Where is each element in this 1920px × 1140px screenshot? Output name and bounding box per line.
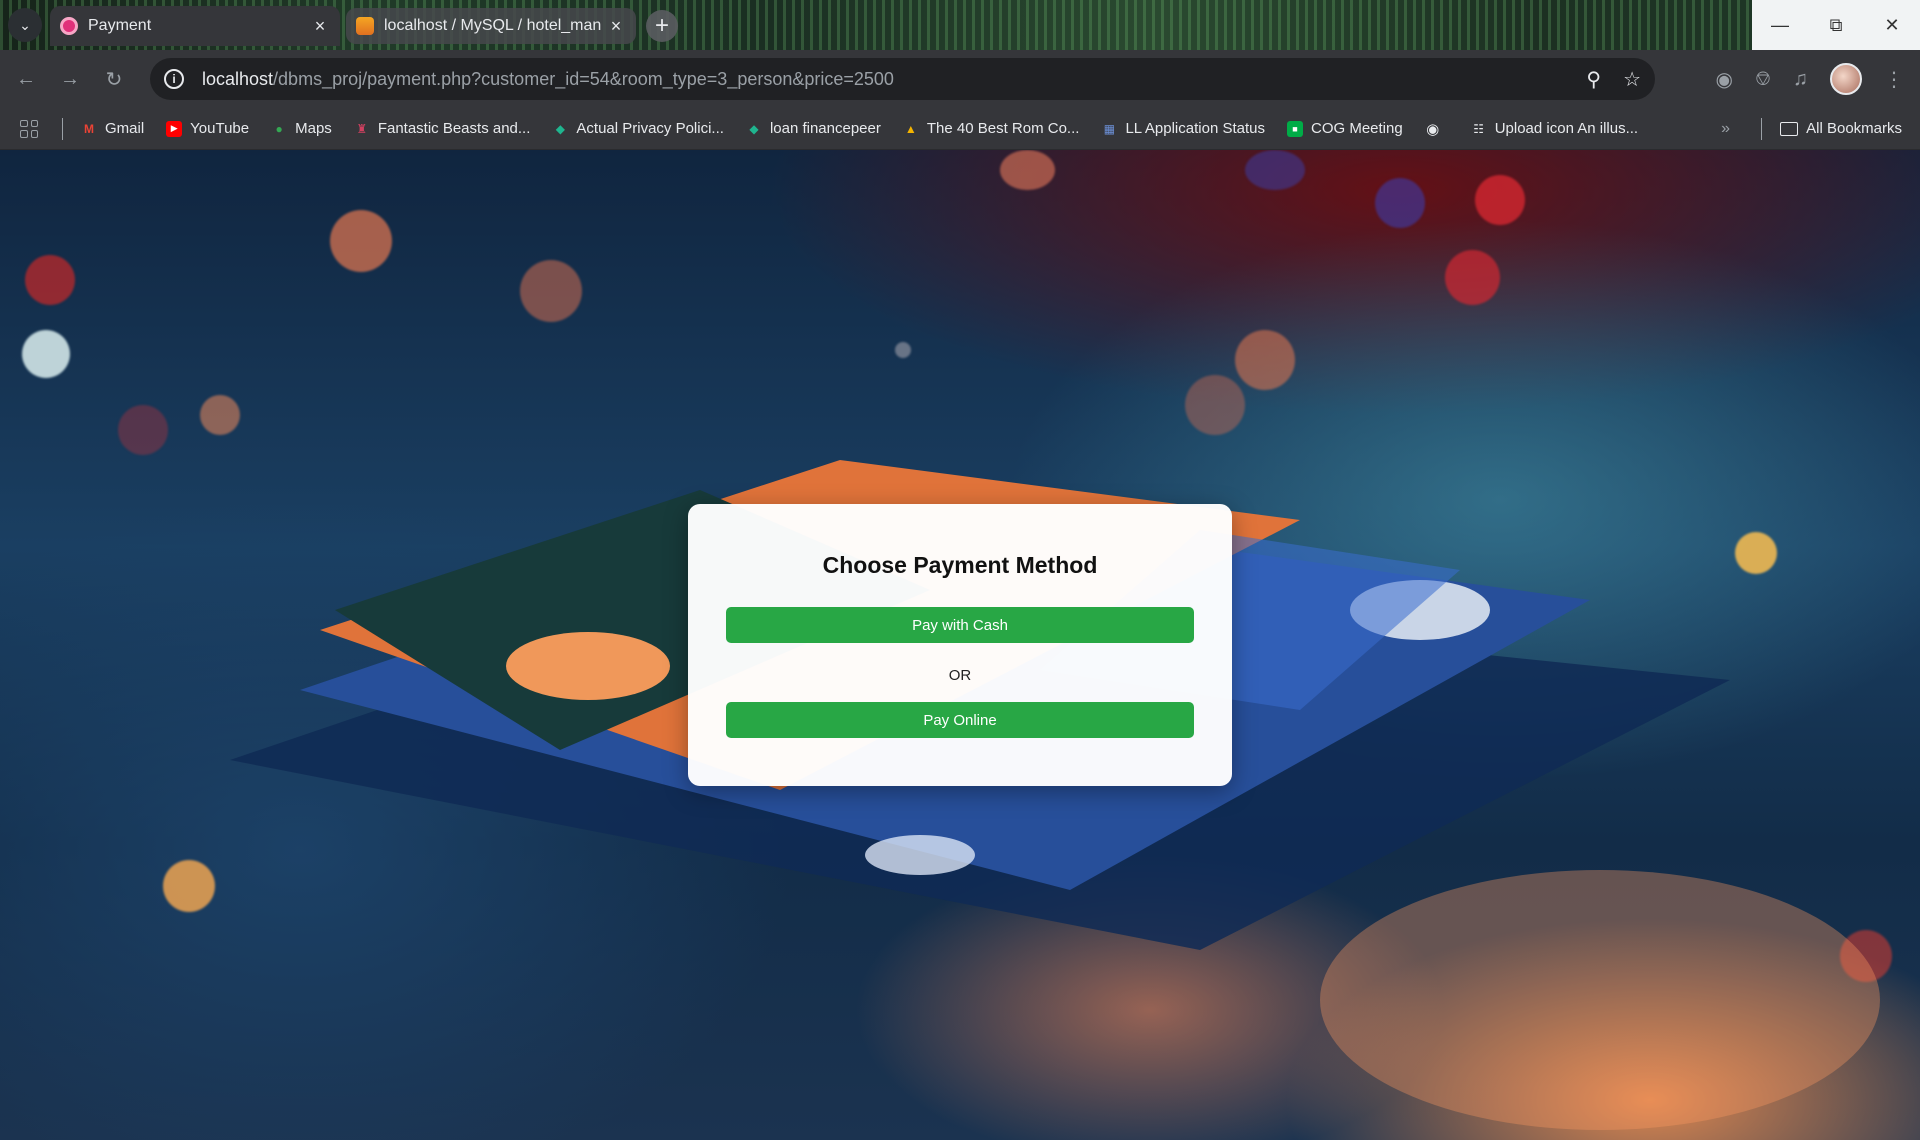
- payment-title: Choose Payment Method: [822, 552, 1098, 578]
- folder-icon: [1780, 121, 1799, 136]
- maps-icon: ●: [275, 121, 283, 136]
- bookmark-cog-meeting[interactable]: ■ COG Meeting: [1286, 120, 1403, 137]
- tab-favicon-icon: [60, 17, 78, 35]
- forward-button[interactable]: →: [52, 61, 88, 97]
- bookmark-label: loan financepeer: [769, 120, 881, 137]
- bookmark-label: Fantastic Beasts and...: [377, 120, 531, 137]
- bookmark-label: COG Meeting: [1310, 120, 1403, 137]
- bookmark-upload-icon[interactable]: ☷ Upload icon An illus...: [1471, 120, 1638, 137]
- more-menu-icon[interactable]: ⋮: [1884, 67, 1904, 92]
- extensions-icon[interactable]: ⎊: [1755, 68, 1771, 91]
- phpmyadmin-icon: [356, 17, 374, 35]
- tab-phpmyadmin[interactable]: localhost / MySQL / hotel_man ×: [346, 8, 636, 44]
- tab-title: localhost / MySQL / hotel_man: [384, 17, 602, 34]
- bookmark-fantastic-beasts[interactable]: ♜ Fantastic Beasts and...: [354, 120, 531, 137]
- plus-icon: +: [654, 12, 669, 39]
- bank-icon: ☷: [1473, 121, 1485, 136]
- bookmark-label: YouTube: [190, 120, 250, 137]
- castle-icon: ♜: [356, 121, 368, 136]
- bookmark-loan-financepeer[interactable]: ◆ loan financepeer: [746, 120, 881, 137]
- youtube-icon: ▶: [166, 120, 183, 137]
- back-button[interactable]: ←: [8, 61, 44, 97]
- page-background: Choose Payment Method Pay with Cash OR P…: [0, 150, 1920, 1140]
- close-window-button[interactable]: ✕: [1864, 0, 1920, 50]
- payment-method-card: Choose Payment Method Pay with Cash OR P…: [688, 504, 1232, 786]
- meet-icon: ■: [1286, 120, 1303, 137]
- address-bar[interactable]: i localhost/dbms_proj/payment.php?custom…: [150, 58, 1655, 100]
- chevron-down-icon: ⌄: [19, 16, 31, 33]
- tab-payment[interactable]: Payment ×: [50, 6, 340, 46]
- bookmarks-bar: M Gmail ▶ YouTube ● Maps ♜ Fantastic Bea…: [0, 108, 1920, 150]
- bookmark-label: Gmail: [105, 120, 145, 137]
- triangle-icon: ▲: [904, 121, 917, 136]
- all-bookmarks-label: All Bookmarks: [1806, 120, 1902, 137]
- all-bookmarks[interactable]: All Bookmarks: [1761, 117, 1902, 140]
- bookmark-youtube[interactable]: ▶ YouTube: [166, 120, 249, 137]
- bookmark-globe[interactable]: ◉: [1425, 120, 1449, 138]
- minimize-button[interactable]: —: [1752, 0, 1808, 50]
- url-host: localhost: [202, 68, 274, 89]
- new-tab-button[interactable]: +: [646, 10, 678, 42]
- bookmark-label: Upload icon An illus...: [1494, 120, 1639, 137]
- globe-icon: ◉: [1426, 120, 1440, 138]
- url-text[interactable]: localhost/dbms_proj/payment.php?customer…: [202, 69, 894, 90]
- bookmarks-separator: [62, 117, 63, 140]
- building-icon: ▦: [1103, 121, 1116, 136]
- star-icon[interactable]: ☆: [1623, 67, 1641, 92]
- pay-online-button[interactable]: Pay Online: [726, 702, 1194, 738]
- drop-icon: ◆: [749, 121, 759, 136]
- avatar[interactable]: [1830, 63, 1862, 95]
- tab-title: Payment: [88, 17, 152, 34]
- restore-button[interactable]: ⧉: [1808, 0, 1864, 50]
- bookmark-rom-com[interactable]: ▲ The 40 Best Rom Co...: [903, 120, 1080, 137]
- bookmark-label: LL Application Status: [1125, 120, 1265, 137]
- tab-strip: ⌄ Payment × localhost / MySQL / hotel_ma…: [0, 0, 1920, 50]
- bookmarks-overflow-icon[interactable]: »: [1721, 120, 1730, 138]
- bookmark-maps[interactable]: ● Maps: [271, 120, 332, 137]
- reload-button[interactable]: ↻: [96, 61, 132, 97]
- window-controls: — ⧉ ✕: [1752, 0, 1920, 50]
- browser-toolbar: ← → ↻ i localhost/dbms_proj/payment.php?…: [0, 50, 1920, 108]
- bookmark-gmail[interactable]: M Gmail: [81, 120, 144, 137]
- bookmark-label: The 40 Best Rom Co...: [926, 120, 1080, 137]
- bookmark-privacy-policies[interactable]: ◆ Actual Privacy Polici...: [552, 120, 724, 137]
- site-info-icon[interactable]: i: [164, 69, 184, 89]
- close-icon[interactable]: ×: [606, 16, 626, 37]
- bookmark-label: Maps: [295, 120, 332, 137]
- bookmarks-separator: [1761, 117, 1763, 140]
- drop-icon: ◆: [555, 121, 565, 136]
- bookmark-ll-application[interactable]: ▦ LL Application Status: [1101, 120, 1265, 137]
- close-icon[interactable]: ×: [310, 16, 330, 37]
- apps-grid-icon[interactable]: [20, 119, 38, 138]
- bookmark-label: Actual Privacy Polici...: [576, 120, 724, 137]
- url-path: /dbms_proj/payment.php?customer_id=54&ro…: [273, 68, 894, 89]
- tab-search-button[interactable]: ⌄: [8, 8, 42, 42]
- zoom-icon[interactable]: ⚲: [1586, 67, 1601, 92]
- camera-icon[interactable]: ◉: [1716, 67, 1733, 92]
- or-separator: OR: [948, 667, 972, 684]
- media-icon[interactable]: ♫: [1793, 68, 1808, 91]
- pay-with-cash-button[interactable]: Pay with Cash: [726, 607, 1194, 643]
- gmail-icon: M: [84, 121, 94, 136]
